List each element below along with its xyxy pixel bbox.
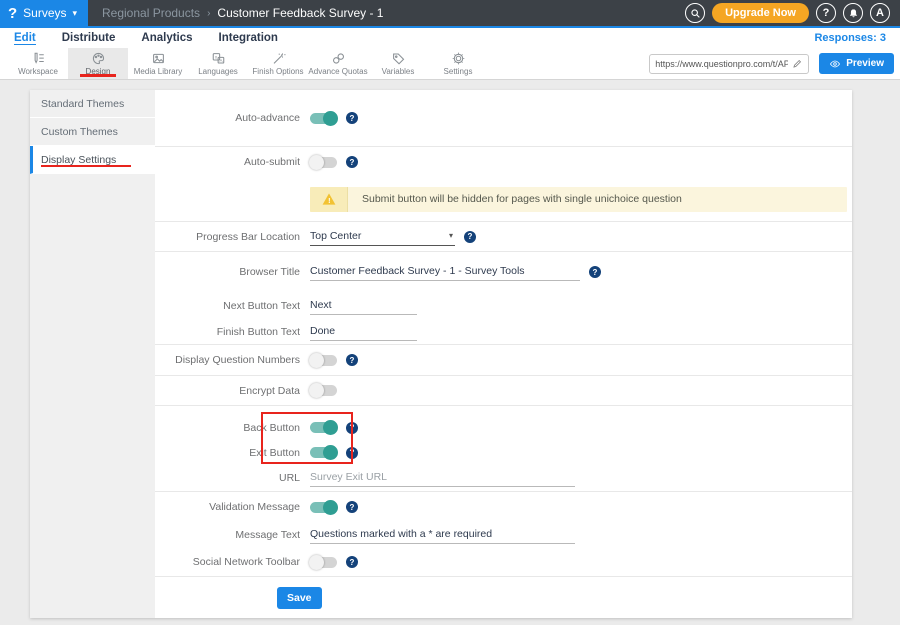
message-text-row: Message Text bbox=[155, 522, 852, 548]
back-button-row: Back Button ? bbox=[155, 406, 852, 441]
help-icon[interactable]: ? bbox=[346, 501, 358, 513]
save-row: Save bbox=[155, 577, 852, 618]
avatar[interactable]: A bbox=[870, 3, 890, 23]
encrypt-data-toggle[interactable] bbox=[310, 385, 337, 396]
design-sidebar: Standard Themes Custom Themes Display Se… bbox=[30, 90, 155, 618]
next-button-text-row: Next Button Text bbox=[155, 292, 852, 319]
validation-message-toggle[interactable] bbox=[310, 502, 337, 513]
workspace-icon bbox=[31, 51, 46, 66]
help-icon[interactable]: ? bbox=[346, 422, 358, 434]
tag-icon bbox=[391, 51, 406, 66]
notifications-bell-icon[interactable] bbox=[843, 3, 863, 23]
gear-icon bbox=[451, 51, 466, 66]
page-body: Standard Themes Custom Themes Display Se… bbox=[0, 80, 900, 625]
toolbar-right: Preview bbox=[649, 48, 900, 79]
auto-submit-toggle[interactable] bbox=[310, 157, 337, 168]
links-icon bbox=[331, 51, 346, 66]
help-icon[interactable]: ? bbox=[589, 266, 601, 278]
svg-text:x: x bbox=[214, 55, 217, 60]
annotation-red-underline bbox=[41, 165, 131, 167]
finish-button-text-row: Finish Button Text bbox=[155, 319, 852, 345]
breadcrumb: Regional Products › Customer Feedback Su… bbox=[102, 6, 383, 20]
progress-bar-location-select[interactable]: Top Center ▾ bbox=[310, 228, 455, 246]
breadcrumb-survey-title: Customer Feedback Survey - 1 bbox=[217, 6, 383, 20]
annotation-red-underline bbox=[80, 74, 116, 77]
edit-pencil-icon[interactable] bbox=[792, 58, 803, 69]
exit-url-row: URL bbox=[155, 464, 852, 492]
survey-url-box bbox=[649, 54, 809, 74]
nav-tab-analytics[interactable]: Analytics bbox=[141, 32, 192, 44]
help-icon[interactable]: ? bbox=[346, 354, 358, 366]
exit-button-toggle[interactable] bbox=[310, 447, 337, 458]
upgrade-now-button[interactable]: Upgrade Now bbox=[712, 3, 809, 23]
questionpro-logo-icon: ? bbox=[8, 6, 17, 21]
toolbar-item-languages[interactable]: xA Languages bbox=[188, 48, 248, 79]
display-settings-form: Auto-advance ? Auto-submit ? ! bbox=[155, 90, 852, 618]
sidebar-item-display-settings[interactable]: Display Settings bbox=[30, 146, 155, 174]
help-icon[interactable]: ? bbox=[346, 156, 358, 168]
svg-text:!: ! bbox=[328, 196, 330, 205]
chevron-down-icon: ▾ bbox=[449, 231, 453, 240]
chevron-down-icon: ▾ bbox=[73, 8, 78, 19]
browser-title-input[interactable] bbox=[310, 263, 580, 281]
toolbar-item-advance-quotas[interactable]: Advance Quotas bbox=[308, 48, 368, 79]
survey-nav: Edit Distribute Analytics Integration Re… bbox=[0, 28, 900, 48]
warning-row: ! Submit button will be hidden for pages… bbox=[155, 177, 852, 222]
auto-advance-toggle[interactable] bbox=[310, 113, 337, 124]
auto-advance-row: Auto-advance ? bbox=[155, 90, 852, 147]
help-icon[interactable]: ? bbox=[346, 112, 358, 124]
toolbar-item-variables[interactable]: Variables bbox=[368, 48, 428, 79]
top-header: ? Surveys ▾ Regional Products › Customer… bbox=[0, 0, 900, 28]
toolbar-item-workspace[interactable]: Workspace bbox=[8, 48, 68, 79]
header-actions: Upgrade Now ? A bbox=[685, 3, 900, 23]
image-icon bbox=[151, 51, 166, 66]
preview-button[interactable]: Preview bbox=[819, 53, 894, 74]
toolbar-item-settings[interactable]: Settings bbox=[428, 48, 488, 79]
back-button-toggle[interactable] bbox=[310, 422, 337, 433]
help-icon[interactable]: ? bbox=[464, 231, 476, 243]
help-icon[interactable]: ? bbox=[816, 3, 836, 23]
help-icon[interactable]: ? bbox=[346, 556, 358, 568]
auto-submit-row: Auto-submit ? bbox=[155, 147, 852, 177]
breadcrumb-separator-icon: › bbox=[207, 8, 210, 19]
display-question-numbers-toggle[interactable] bbox=[310, 355, 337, 366]
progress-bar-row: Progress Bar Location Top Center ▾ ? bbox=[155, 222, 852, 252]
finish-button-text-input[interactable] bbox=[310, 323, 417, 341]
validation-message-row: Validation Message ? bbox=[155, 492, 852, 522]
nav-tab-edit[interactable]: Edit bbox=[14, 32, 36, 45]
help-icon[interactable]: ? bbox=[346, 447, 358, 459]
next-button-text-input[interactable] bbox=[310, 297, 417, 315]
wand-icon bbox=[271, 51, 286, 66]
translate-icon: xA bbox=[211, 51, 226, 66]
palette-icon bbox=[91, 51, 106, 66]
survey-url-input[interactable] bbox=[655, 59, 788, 69]
svg-text:A: A bbox=[219, 58, 222, 63]
brand-menu[interactable]: ? Surveys ▾ bbox=[0, 0, 88, 26]
save-button[interactable]: Save bbox=[277, 587, 322, 609]
search-icon[interactable] bbox=[685, 3, 705, 23]
exit-url-input[interactable] bbox=[310, 469, 575, 487]
exit-button-row: Exit Button ? bbox=[155, 441, 852, 464]
eye-icon bbox=[829, 58, 841, 70]
browser-title-row: Browser Title ? bbox=[155, 252, 852, 292]
nav-tab-integration[interactable]: Integration bbox=[219, 32, 278, 44]
responses-count[interactable]: Responses: 3 bbox=[814, 32, 886, 44]
display-settings-card: Standard Themes Custom Themes Display Se… bbox=[30, 90, 852, 618]
toolbar-item-design[interactable]: Design bbox=[68, 48, 128, 79]
breadcrumb-folder[interactable]: Regional Products bbox=[102, 6, 200, 20]
warning-triangle-icon: ! bbox=[310, 187, 348, 212]
toolbar-item-media-library[interactable]: Media Library bbox=[128, 48, 188, 79]
design-toolbar: Workspace Design Media Library xA Langua… bbox=[0, 48, 900, 80]
social-toolbar-row: Social Network Toolbar ? bbox=[155, 548, 852, 577]
sidebar-item-custom-themes[interactable]: Custom Themes bbox=[30, 118, 155, 146]
display-question-numbers-row: Display Question Numbers ? bbox=[155, 345, 852, 376]
nav-tab-distribute[interactable]: Distribute bbox=[62, 32, 116, 44]
message-text-input[interactable] bbox=[310, 526, 575, 544]
toolbar-item-finish-options[interactable]: Finish Options bbox=[248, 48, 308, 79]
warning-banner: ! Submit button will be hidden for pages… bbox=[310, 187, 847, 212]
product-name: Surveys bbox=[23, 6, 66, 20]
encrypt-data-row: Encrypt Data bbox=[155, 376, 852, 406]
sidebar-item-standard-themes[interactable]: Standard Themes bbox=[30, 90, 155, 118]
social-toolbar-toggle[interactable] bbox=[310, 557, 337, 568]
